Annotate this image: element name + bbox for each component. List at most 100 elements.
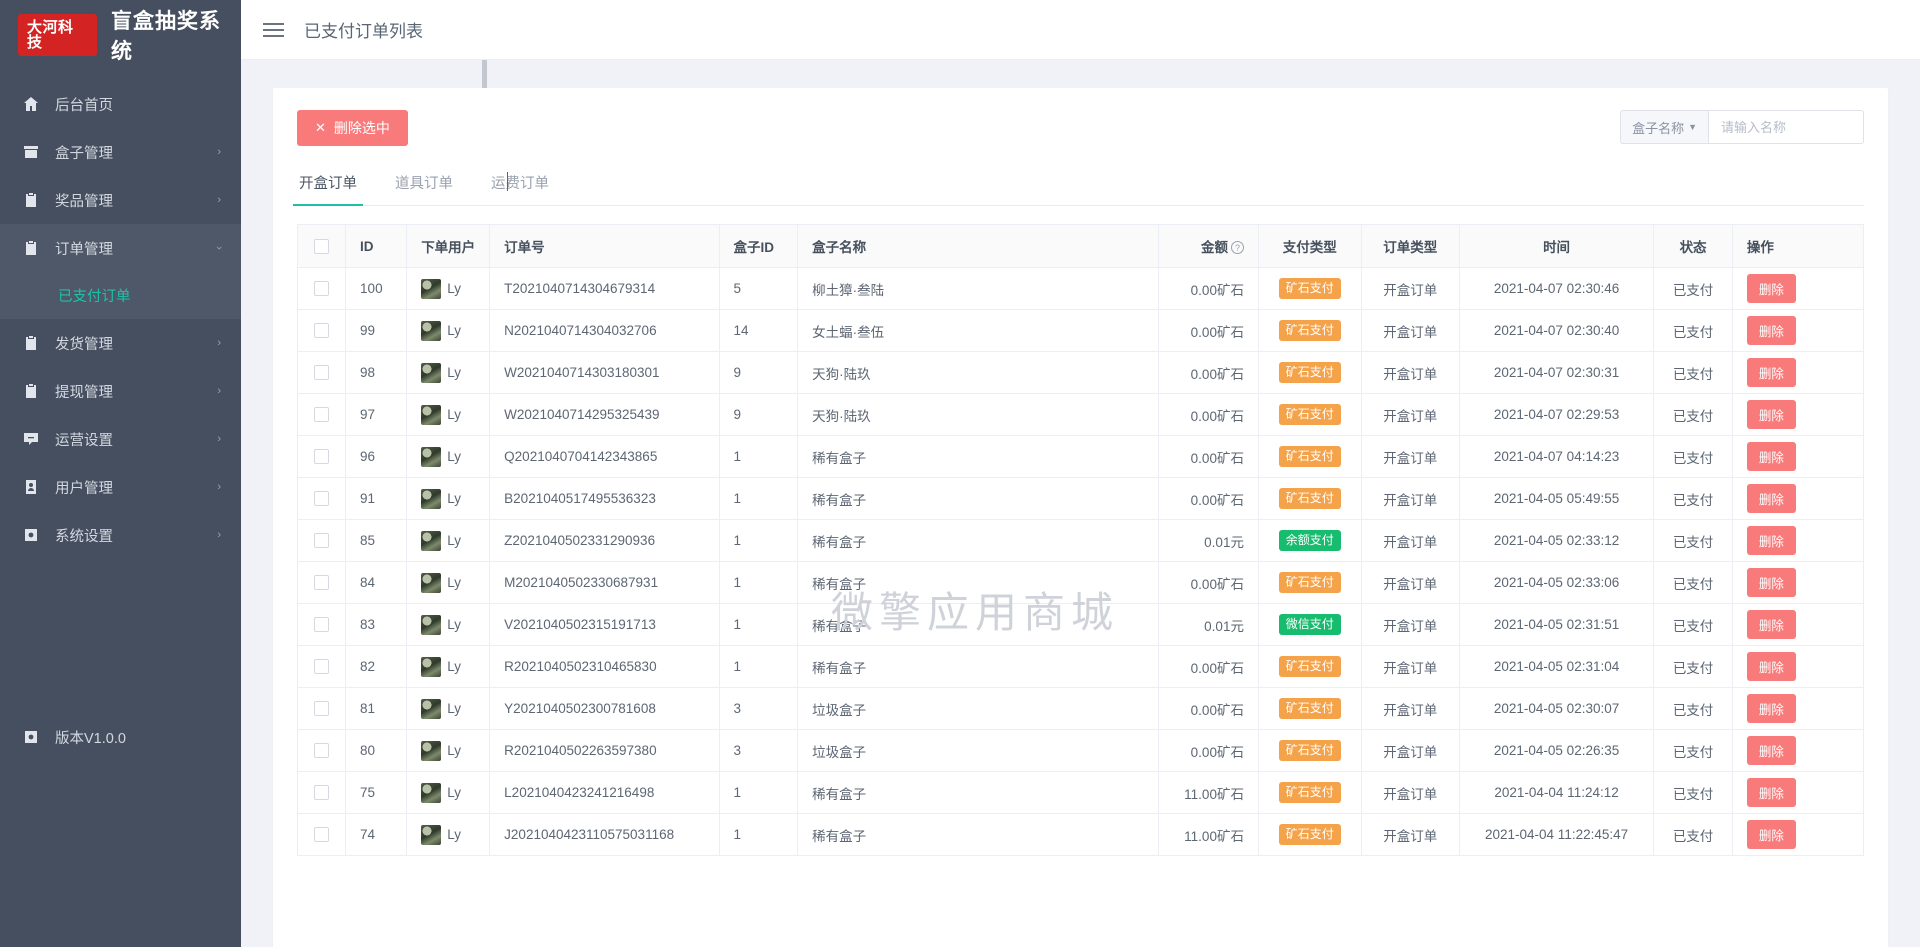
cell-pay-type: 微信支付 [1257, 603, 1362, 646]
sidebar-version: 版本V1.0.0 [0, 713, 241, 761]
row-checkbox[interactable] [314, 743, 330, 759]
delete-row-button[interactable]: 删除 [1746, 442, 1796, 471]
cell-pay-type: 矿石支付 [1257, 351, 1362, 394]
search-field-select[interactable]: 盒子名称 ▼ [1620, 110, 1708, 144]
delete-row-button[interactable]: 删除 [1746, 316, 1796, 345]
delete-row-button[interactable]: 删除 [1746, 820, 1796, 849]
cell-order-type: 开盒订单 [1360, 435, 1460, 478]
sidebar-item-paid-orders[interactable]: 已支付订单 [0, 272, 241, 319]
delete-row-button[interactable]: 删除 [1746, 736, 1796, 765]
delete-row-button[interactable]: 删除 [1746, 652, 1796, 681]
tab-item-orders[interactable]: 道具订单 [393, 172, 455, 205]
cell-box-id: 1 [718, 603, 799, 646]
sidebar-item-order-manage[interactable]: 订单管理 › [0, 224, 241, 272]
row-checkbox[interactable] [314, 701, 330, 717]
delete-row-button[interactable]: 删除 [1746, 400, 1796, 429]
delete-row-button[interactable]: 删除 [1746, 526, 1796, 555]
row-checkbox[interactable] [314, 407, 330, 423]
chevron-right-icon: › [217, 337, 221, 349]
delete-row-button[interactable]: 删除 [1746, 568, 1796, 597]
table-row: 91 Ly B2021040517495536323 1 稀有盒子 0.00矿石 矿石支付开… [296, 477, 1865, 520]
row-checkbox[interactable] [314, 323, 330, 339]
cell-user: Ly [406, 729, 491, 772]
cell-box-id: 1 [718, 477, 799, 520]
box-icon [22, 144, 39, 161]
row-checkbox[interactable] [314, 365, 330, 381]
delete-selected-button[interactable]: ✕ 删除选中 [297, 110, 408, 146]
cell-order-no: M2021040502330687931 [489, 561, 720, 604]
cell-user: Ly [406, 309, 491, 352]
cell-time: 2021-04-05 02:30:07 [1458, 687, 1655, 730]
sidebar-label-user-manage: 用户管理 [55, 480, 113, 497]
question-circle-icon[interactable]: ? [1230, 241, 1244, 254]
delete-row-button[interactable]: 删除 [1746, 274, 1796, 303]
row-checkbox[interactable] [314, 659, 330, 675]
th-amount: 金额? [1157, 224, 1259, 268]
search-input[interactable] [1708, 110, 1864, 144]
row-checkbox[interactable] [314, 785, 330, 801]
row-select-cell [296, 645, 347, 688]
tab-open-box-orders[interactable]: 开盒订单 [293, 172, 363, 206]
row-checkbox[interactable] [314, 281, 330, 297]
row-checkbox[interactable] [314, 827, 330, 843]
cell-box-id: 5 [718, 267, 799, 310]
row-checkbox[interactable] [314, 617, 330, 633]
cell-order-no: Y2021040502300781608 [489, 687, 720, 730]
user-icon [22, 479, 39, 496]
sidebar-item-withdraw-manage[interactable]: 提现管理 › [0, 367, 241, 415]
cell-order-no: R2021040502263597380 [489, 729, 720, 772]
row-select-cell [296, 813, 347, 856]
hamburger-icon[interactable] [263, 22, 284, 37]
chevron-right-icon: › [217, 194, 221, 206]
app-root: 大河科技 盲盒抽奖系统 后台首页 盒子管理 › 奖品管理 › 订单管理 › 已支… [0, 0, 1920, 947]
sidebar-label-withdraw-manage: 提现管理 [55, 384, 113, 401]
cell-user-name: Ly [447, 533, 461, 548]
row-checkbox[interactable] [314, 533, 330, 549]
cell-pay-type: 矿石支付 [1257, 771, 1362, 814]
delete-row-button[interactable]: 删除 [1746, 610, 1796, 639]
cell-order-no: L2021040423241216498 [489, 771, 720, 814]
row-checkbox[interactable] [314, 449, 330, 465]
th-box-id: 盒子ID [718, 224, 799, 268]
cell-amount: 11.00矿石 [1157, 771, 1259, 814]
cell-operation: 删除 [1731, 561, 1865, 604]
cell-order-no: W2021040714295325439 [489, 393, 720, 436]
cell-order-no: R2021040502310465830 [489, 645, 720, 688]
cell-status: 已支付 [1653, 645, 1733, 688]
select-all-checkbox[interactable] [314, 238, 330, 254]
sidebar-item-operation-settings[interactable]: 运营设置 › [0, 415, 241, 463]
th-id: ID [345, 224, 408, 268]
cell-box-name: 稀有盒子 [797, 477, 1159, 520]
tab-shipping-orders[interactable]: 运费订单 [489, 172, 551, 205]
cell-amount: 0.00矿石 [1157, 267, 1259, 310]
cell-time: 2021-04-07 02:30:31 [1458, 351, 1655, 394]
sidebar-item-shipping-manage[interactable]: 发货管理 › [0, 319, 241, 367]
cell-status: 已支付 [1653, 351, 1733, 394]
sidebar-item-user-manage[interactable]: 用户管理 › [0, 463, 241, 511]
th-select-all [296, 224, 347, 268]
row-checkbox[interactable] [314, 491, 330, 507]
cell-user-name: Ly [447, 743, 461, 758]
sidebar-item-system-settings[interactable]: 系统设置 › [0, 511, 241, 559]
sidebar-item-box-manage[interactable]: 盒子管理 › [0, 128, 241, 176]
cell-time: 2021-04-07 04:14:23 [1458, 435, 1655, 478]
sidebar-item-dashboard[interactable]: 后台首页 [0, 80, 241, 128]
cell-time: 2021-04-07 02:30:40 [1458, 309, 1655, 352]
cell-pay-type: 矿石支付 [1257, 393, 1362, 436]
delete-row-button[interactable]: 删除 [1746, 358, 1796, 387]
delete-row-button[interactable]: 删除 [1746, 778, 1796, 807]
delete-row-button[interactable]: 删除 [1746, 694, 1796, 723]
table-body: 100 Ly T2021040714304679314 5 柳土獐·叁陆 0.00矿石 矿石… [296, 267, 1865, 856]
cell-amount: 0.00矿石 [1157, 309, 1259, 352]
row-checkbox[interactable] [314, 575, 330, 591]
sidebar-item-prize-manage[interactable]: 奖品管理 › [0, 176, 241, 224]
orders-table-wrap: 微擎应用商城 ID 下单用户 订单号 盒子ID 盒子名称 金额 ? 支付类型 订… [296, 224, 1865, 856]
cell-user-name: Ly [447, 701, 461, 716]
th-order-type: 订单类型 [1360, 224, 1460, 268]
pay-type-badge: 矿石支付 [1278, 572, 1341, 593]
sidebar-nav: 后台首页 盒子管理 › 奖品管理 › 订单管理 › 已支付订单 发货管理 › 提… [0, 70, 241, 559]
sidebar-submenu-order: 已支付订单 [0, 272, 241, 319]
cell-user: Ly [406, 645, 491, 688]
delete-row-button[interactable]: 删除 [1746, 484, 1796, 513]
cell-box-name: 垃圾盒子 [797, 729, 1159, 772]
